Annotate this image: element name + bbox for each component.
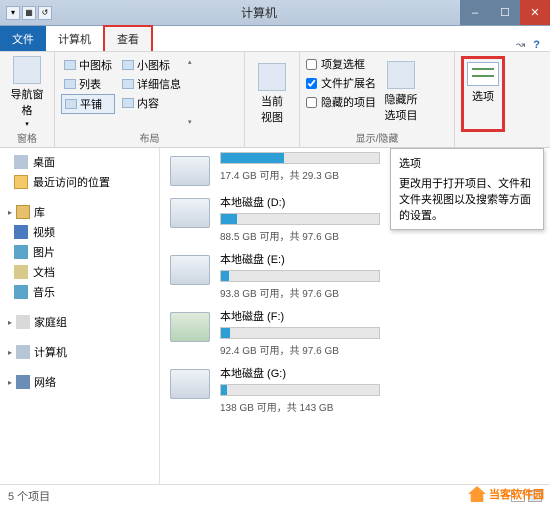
group-currentview: 当前 视图 (245, 52, 300, 147)
options-button[interactable]: 选项 (461, 56, 505, 132)
window-controls: – ☐ ✕ (460, 0, 550, 25)
window-title: 计算机 (58, 4, 460, 21)
scroll-up-icon[interactable]: ▴ (188, 58, 192, 66)
layout-scroll: ▴ ▾ (188, 56, 192, 128)
hide-selected-icon (387, 61, 415, 89)
currentview-icon (258, 63, 286, 91)
sidebar-item-pictures[interactable]: 图片 (0, 242, 159, 262)
qat: ▾ ▦ ↺ (0, 6, 58, 20)
layout-content[interactable]: 内容 (119, 94, 184, 112)
hide-selected-label: 隐藏所 选项目 (385, 91, 418, 123)
ribbon: 导航窗格 ▾ 窗格 中图标 列表 平铺 小图标 详细信息 内容 ▴ ▾ 布局 (0, 52, 550, 148)
drive-item[interactable]: 本地磁盘 (E:) 93.8 GB 可用，共 97.6 GB (160, 247, 550, 304)
chk-extensions[interactable]: 文件扩展名 (306, 75, 376, 91)
ribbon-right: ↝ ? (506, 38, 550, 51)
sidebar-item-recent[interactable]: 最近访问的位置 (0, 172, 159, 192)
nav-pane-icon (13, 56, 41, 84)
close-button[interactable]: ✕ (520, 0, 550, 25)
watermark: 当客软件园 (468, 486, 544, 502)
drive-free: 93.8 GB 可用，共 97.6 GB (220, 282, 542, 300)
chk-hidden[interactable]: 隐藏的项目 (306, 94, 376, 110)
drive-name: 本地磁盘 (E:) (220, 251, 542, 270)
options-label: 选项 (472, 88, 494, 104)
currentview-label: 当前 视图 (261, 93, 283, 125)
layout-small[interactable]: 小图标 (119, 56, 184, 74)
chevron-down-icon: ▾ (25, 120, 29, 128)
drive-icon (170, 255, 210, 285)
drive-icon (170, 369, 210, 399)
properties-icon[interactable]: ▦ (22, 6, 36, 20)
tooltip-title: 选项 (399, 155, 535, 175)
tooltip-body: 更改用于打开项目、文件和文件夹视图以及搜索等方面的设置。 (399, 175, 535, 223)
layout-tiles[interactable]: 平铺 (61, 94, 115, 114)
hide-selected-button[interactable]: 隐藏所 选项目 (380, 56, 422, 128)
options-icon (467, 62, 499, 86)
help-icon[interactable]: ? (533, 39, 540, 51)
tab-file[interactable]: 文件 (0, 26, 46, 51)
drive-item[interactable]: 本地磁盘 (F:) 92.4 GB 可用，共 97.6 GB (160, 304, 550, 361)
maximize-button[interactable]: ☐ (490, 0, 520, 25)
drive-free: 138 GB 可用，共 143 GB (220, 396, 542, 414)
tab-view[interactable]: 查看 (103, 25, 153, 51)
options-tooltip: 选项 更改用于打开项目、文件和文件夹视图以及搜索等方面的设置。 (390, 148, 544, 230)
nav-pane-label: 导航窗格 (6, 86, 48, 118)
drive-list: 选项 更改用于打开项目、文件和文件夹视图以及搜索等方面的设置。 17.4 GB … (160, 148, 550, 484)
sidebar-item-videos[interactable]: 视频 (0, 222, 159, 242)
drive-icon (170, 156, 210, 186)
house-icon (468, 486, 486, 502)
minimize-button[interactable]: – (460, 0, 490, 25)
drive-icon (170, 312, 210, 342)
group-layout-label: 布局 (61, 128, 238, 145)
drive-free: 92.4 GB 可用，共 97.6 GB (220, 339, 542, 357)
group-layout: 中图标 列表 平铺 小图标 详细信息 内容 ▴ ▾ 布局 (55, 52, 245, 147)
layout-medium[interactable]: 中图标 (61, 56, 115, 74)
layout-col-2: 小图标 详细信息 内容 (119, 56, 184, 128)
group-panes: 导航窗格 ▾ 窗格 (0, 52, 55, 147)
ribbon-tabs: 文件 计算机 查看 ↝ ? (0, 26, 550, 52)
sidebar-item-music[interactable]: 音乐 (0, 282, 159, 302)
chk-itemcheckboxes[interactable]: 项复选框 (306, 56, 376, 72)
nav-pane-button[interactable]: 导航窗格 ▾ (6, 56, 48, 128)
collapse-ribbon-icon[interactable]: ↝ (516, 38, 525, 51)
currentview-button[interactable]: 当前 视图 (251, 56, 293, 132)
group-showhide: 项复选框 文件扩展名 隐藏的项目 隐藏所 选项目 显示/隐藏 (300, 52, 455, 147)
sidebar-item-documents[interactable]: 文档 (0, 262, 159, 282)
scroll-down-icon[interactable]: ▾ (188, 118, 192, 126)
layout-col-1: 中图标 列表 平铺 (61, 56, 115, 128)
content-area: 桌面 最近访问的位置 ▸库 视频 图片 文档 音乐 ▸家庭组 ▸计算机 ▸网络 … (0, 148, 550, 484)
drive-icon (170, 198, 210, 228)
tab-computer[interactable]: 计算机 (46, 26, 103, 51)
group-showhide-label: 显示/隐藏 (306, 128, 448, 145)
sidebar-head-computer[interactable]: ▸计算机 (0, 342, 159, 362)
watermark-text: 当客软件园 (489, 486, 544, 502)
sys-menu-icon[interactable]: ▾ (6, 6, 20, 20)
group-panes-label: 窗格 (6, 128, 48, 145)
group-options: 选项 (455, 52, 511, 147)
status-count: 5 个项目 (8, 488, 50, 504)
sidebar-head-libraries[interactable]: ▸库 (0, 202, 159, 222)
titlebar: ▾ ▦ ↺ 计算机 – ☐ ✕ (0, 0, 550, 26)
sidebar-item-desktop[interactable]: 桌面 (0, 152, 159, 172)
drive-name: 本地磁盘 (F:) (220, 308, 542, 327)
sidebar-head-homegroup[interactable]: ▸家庭组 (0, 312, 159, 332)
sidebar-head-network[interactable]: ▸网络 (0, 372, 159, 392)
drive-name: 本地磁盘 (G:) (220, 365, 542, 384)
layout-details[interactable]: 详细信息 (119, 75, 184, 93)
sidebar: 桌面 最近访问的位置 ▸库 视频 图片 文档 音乐 ▸家庭组 ▸计算机 ▸网络 (0, 148, 160, 484)
showhide-checks: 项复选框 文件扩展名 隐藏的项目 (306, 56, 376, 128)
undo-icon[interactable]: ↺ (38, 6, 52, 20)
drive-item[interactable]: 本地磁盘 (G:) 138 GB 可用，共 143 GB (160, 361, 550, 418)
layout-list[interactable]: 列表 (61, 75, 115, 93)
